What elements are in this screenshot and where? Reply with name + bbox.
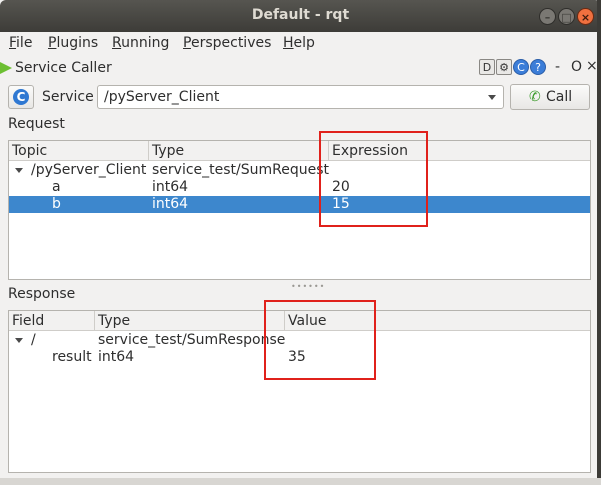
- annotation-box-expression: [319, 131, 428, 227]
- tree-row[interactable]: a int64 20: [9, 179, 590, 196]
- request-tree-header: Topic Type Expression: [9, 141, 590, 161]
- minimize-button[interactable]: –: [539, 8, 556, 25]
- phone-icon: ✆: [529, 89, 541, 105]
- service-select[interactable]: /pyServer_Client: [97, 85, 504, 109]
- close-button[interactable]: ×: [577, 8, 594, 25]
- maximize-button[interactable]: □: [558, 8, 575, 25]
- row-topic: /pyServer_Client: [31, 162, 147, 178]
- refresh-icon: C: [13, 89, 29, 105]
- row-field: result: [52, 349, 92, 365]
- menu-file[interactable]: File: [9, 35, 32, 51]
- window-title: Default - rqt: [251, 7, 350, 23]
- window-titlebar: Default - rqt – □ ×: [0, 0, 601, 32]
- header-type[interactable]: Type: [149, 141, 329, 161]
- header-type[interactable]: Type: [95, 311, 285, 331]
- desktop-strip: [0, 478, 601, 485]
- plugin-minimize-button[interactable]: -: [555, 59, 560, 75]
- row-field: /: [31, 332, 36, 348]
- plugin-float-button[interactable]: O: [571, 59, 582, 75]
- service-label: Service: [42, 89, 94, 105]
- plugin-gear-icon[interactable]: ⚙: [496, 59, 512, 75]
- window-edge: [597, 0, 601, 485]
- annotation-box-value: [264, 300, 376, 380]
- refresh-services-button[interactable]: C: [8, 85, 34, 109]
- request-tree[interactable]: Topic Type Expression /pyServer_Client s…: [8, 140, 591, 280]
- plugin-help-icon[interactable]: ?: [530, 59, 546, 75]
- call-button[interactable]: ✆ Call: [510, 84, 590, 110]
- menu-help[interactable]: Help: [283, 35, 315, 51]
- row-type: int64: [152, 179, 189, 195]
- expander-icon[interactable]: [15, 338, 23, 343]
- row-topic: b: [52, 196, 61, 212]
- expander-icon[interactable]: [15, 168, 23, 173]
- menu-bar: File Plugins Running Perspectives Help: [0, 32, 601, 54]
- header-topic[interactable]: Topic: [9, 141, 149, 161]
- tree-row[interactable]: /pyServer_Client service_test/SumRequest: [9, 162, 590, 179]
- row-type: int64: [98, 349, 135, 365]
- request-label: Request: [8, 116, 65, 132]
- plugin-play-icon: [0, 62, 12, 74]
- menu-running[interactable]: Running: [112, 35, 169, 51]
- row-type: int64: [152, 196, 189, 212]
- call-button-label: Call: [546, 89, 573, 105]
- row-topic: a: [52, 179, 61, 195]
- menu-perspectives[interactable]: Perspectives: [183, 35, 271, 51]
- row-type: service_test/SumResponse: [98, 332, 286, 348]
- header-field[interactable]: Field: [9, 311, 95, 331]
- plugin-close-button[interactable]: ×: [586, 58, 598, 74]
- plugin-toolbar: D ⚙ C ?: [479, 59, 546, 77]
- menu-plugins[interactable]: Plugins: [48, 35, 98, 51]
- plugin-reload-icon[interactable]: C: [513, 59, 529, 75]
- chevron-down-icon: [488, 95, 496, 100]
- plugin-title: Service Caller: [15, 60, 112, 76]
- service-select-value: /pyServer_Client: [104, 89, 220, 105]
- plugin-d-icon[interactable]: D: [479, 59, 495, 75]
- tree-row-selected[interactable]: b int64 15: [9, 196, 590, 213]
- splitter-handle[interactable]: ••••••: [291, 282, 325, 291]
- row-type: service_test/SumRequest: [152, 162, 330, 178]
- response-label: Response: [8, 286, 76, 302]
